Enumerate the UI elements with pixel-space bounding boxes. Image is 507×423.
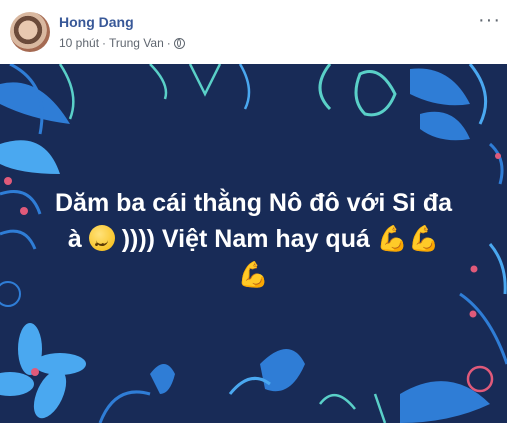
post-text-line-3: 💪	[0, 257, 507, 293]
post-text-line-2: à )))) Việt Nam hay quá 💪💪	[0, 221, 507, 263]
globe-icon	[173, 37, 185, 49]
post-text-line-1: Dăm ba cái thằng Nô đô với Si đa	[54, 189, 452, 217]
post-time[interactable]: 10 phút	[59, 36, 99, 50]
avatar[interactable]	[10, 12, 50, 52]
post-text: Dăm ba cái thằng Nô đô với Si đa à )))) …	[0, 186, 507, 293]
author-name[interactable]: Hong Dang	[59, 14, 134, 30]
post-background: Dăm ba cái thằng Nô đô với Si đa à )))) …	[0, 64, 507, 423]
meta-separator: ·	[102, 36, 107, 50]
post-meta: 10 phút · Trung Van ·	[59, 36, 185, 50]
flexed-biceps-icon: 💪	[237, 260, 270, 289]
post-header: Hong Dang 10 phút · Trung Van · ···	[0, 0, 507, 64]
flexed-biceps-icon: 💪💪	[376, 224, 440, 253]
smiling-face-icon	[88, 225, 115, 263]
meta-separator: ·	[166, 36, 171, 50]
more-options-icon[interactable]: ···	[478, 10, 501, 30]
post-location[interactable]: Trung Van	[109, 36, 164, 50]
